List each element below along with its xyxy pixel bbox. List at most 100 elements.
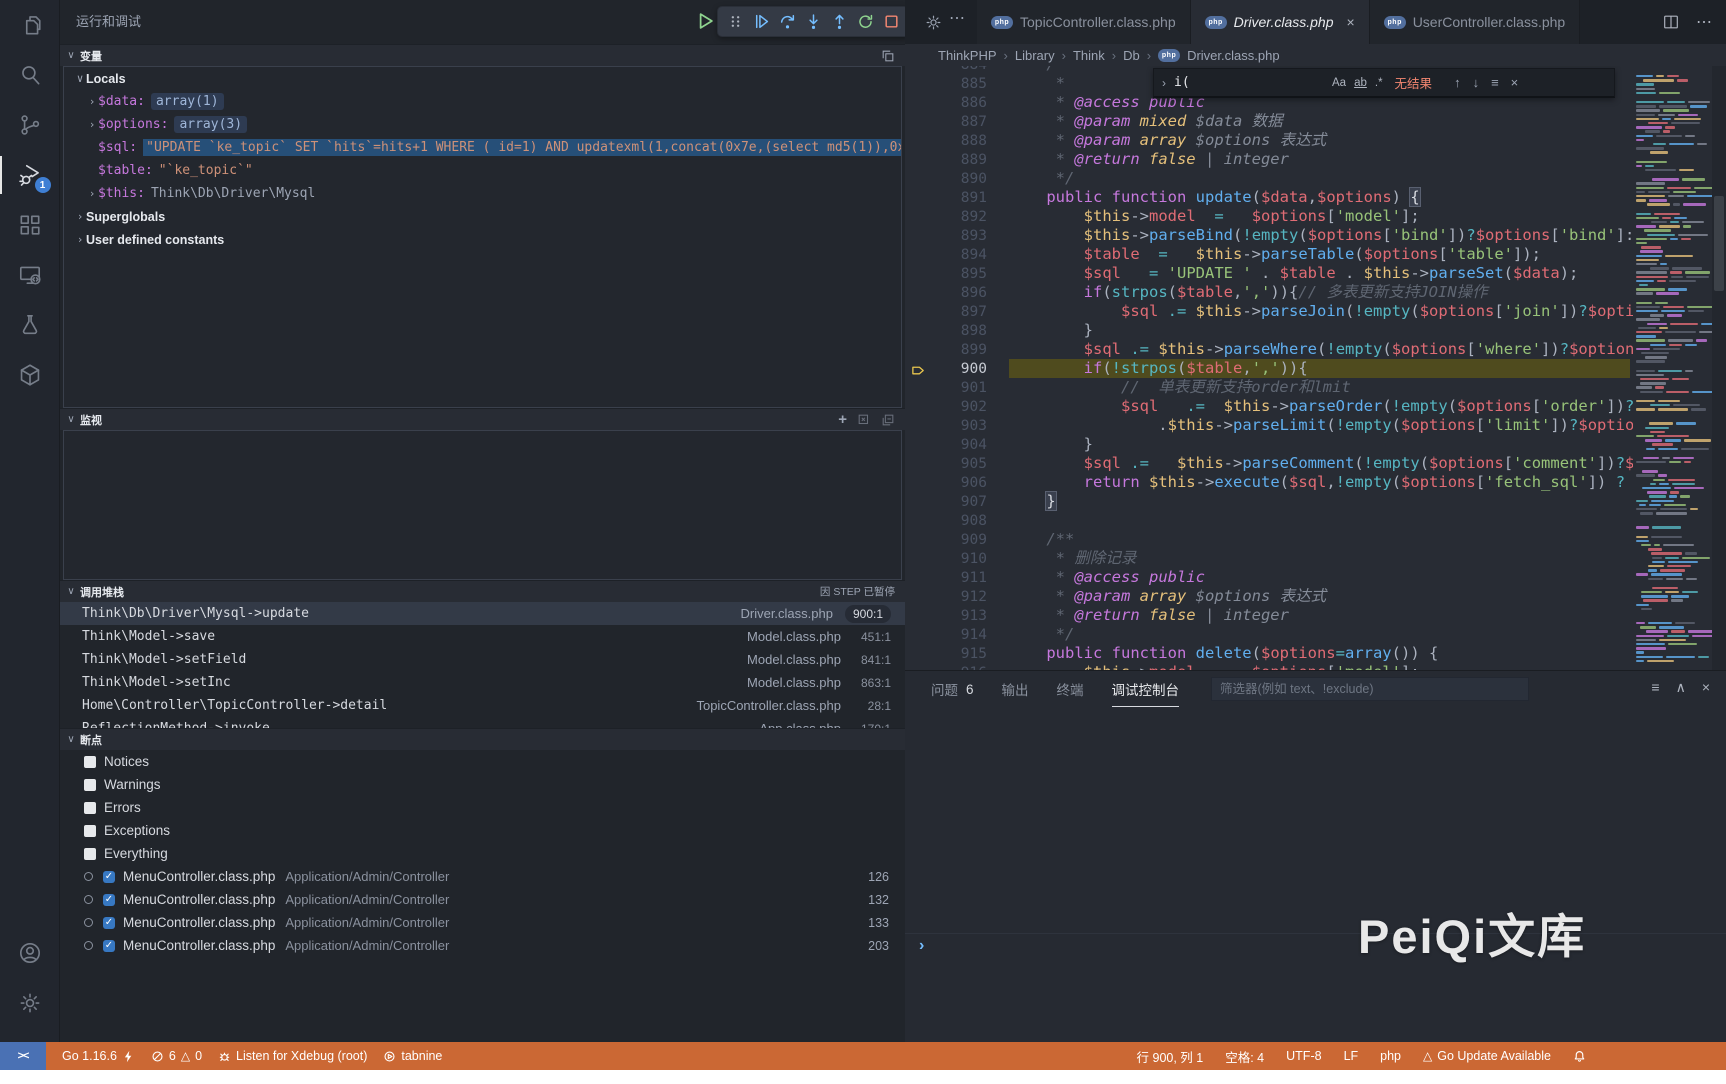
code-line[interactable]: 895 $sql = 'UPDATE ' . $table . $this->p… xyxy=(905,264,1630,283)
debug-step-into-button[interactable] xyxy=(801,10,825,34)
stack-frame[interactable]: ReflectionMethod->invokeApp.class.php170… xyxy=(60,717,905,728)
debug-grip-button[interactable] xyxy=(723,10,747,34)
activity-testing-button[interactable] xyxy=(0,300,60,350)
gutter-line-number[interactable]: 893 xyxy=(905,228,1009,244)
match-case-icon[interactable]: Aa xyxy=(1332,77,1346,89)
go-version[interactable]: Go 1.16.6 xyxy=(62,1049,135,1063)
checkbox-checked-icon[interactable]: ✓ xyxy=(103,940,115,952)
code-line[interactable]: 892 $this->model = $options['model']; xyxy=(905,207,1630,226)
code-line[interactable]: 900 if(!strpos($table,',')){ xyxy=(905,359,1630,378)
gutter-line-number[interactable]: 890 xyxy=(905,171,1009,187)
code-line[interactable]: 904 } xyxy=(905,435,1630,454)
encoding[interactable]: UTF-8 xyxy=(1286,1049,1321,1063)
gutter-line-number[interactable]: 903 xyxy=(905,418,1009,434)
code-line[interactable]: 888 * @param array $options 表达式 xyxy=(905,131,1630,150)
variables-group[interactable]: ›Superglobals xyxy=(64,205,901,228)
stack-frame[interactable]: Think\Model->setIncModel.class.php863:1 xyxy=(60,671,905,694)
gutter-line-number[interactable]: 884 xyxy=(905,66,1009,73)
gutter-line-number[interactable]: 892 xyxy=(905,209,1009,225)
checkbox-icon[interactable] xyxy=(84,848,96,860)
code-line[interactable]: 901 // 单表更新支持order和lmit xyxy=(905,378,1630,397)
find-expand-icon[interactable]: › xyxy=(1162,76,1166,90)
code-line[interactable]: 912 * @param array $options 表达式 xyxy=(905,587,1630,606)
editor-tab[interactable]: phpTopicController.class.php xyxy=(977,0,1191,44)
activity-account-button[interactable] xyxy=(0,928,60,978)
open-panel-icon[interactable] xyxy=(881,49,895,63)
console-filter-input[interactable] xyxy=(1211,677,1529,701)
code-line[interactable]: 911 * @access public xyxy=(905,568,1630,587)
gutter-line-number[interactable]: 899 xyxy=(905,342,1009,358)
gutter-line-number[interactable]: 911 xyxy=(905,570,1009,586)
gutter-line-number[interactable]: 896 xyxy=(905,285,1009,301)
tabnine[interactable]: tabnine xyxy=(383,1049,442,1063)
breakpoint-toggle[interactable]: Everything xyxy=(60,842,905,865)
breakpoint-toggle[interactable]: Errors xyxy=(60,796,905,819)
activity-search-button[interactable] xyxy=(0,50,60,100)
panel-filter-icon[interactable]: ≡ xyxy=(1651,679,1659,696)
variable-row[interactable]: ›$data:array(1) xyxy=(64,90,901,113)
gutter-line-number[interactable]: 908 xyxy=(905,513,1009,529)
checkbox-icon[interactable] xyxy=(84,802,96,814)
cursor-position[interactable]: 行 900, 列 1 xyxy=(1137,1047,1204,1066)
panel-tab-问题[interactable]: 问题6 xyxy=(931,671,974,707)
checkbox-checked-icon[interactable]: ✓ xyxy=(103,894,115,906)
debug-restart-button[interactable] xyxy=(853,10,877,34)
code-line[interactable]: 893 $this->parseBind(!empty($options['bi… xyxy=(905,226,1630,245)
code-line[interactable]: 896 if(strpos($table,',')){// 多表更新支持JOIN… xyxy=(905,283,1630,302)
variable-row[interactable]: $sql:"UPDATE `ke_topic` SET `hits`=hits+… xyxy=(64,136,901,159)
more-actions-icon[interactable]: ⋯ xyxy=(949,8,965,28)
activity-settings-gear-button[interactable] xyxy=(0,978,60,1028)
gutter-line-number[interactable]: 894 xyxy=(905,247,1009,263)
panel-tab-调试控制台[interactable]: 调试控制台 xyxy=(1112,671,1180,707)
checkbox-icon[interactable] xyxy=(84,779,96,791)
problems-status[interactable]: 6△0 xyxy=(151,1049,202,1063)
code-line[interactable]: 898 } xyxy=(905,321,1630,340)
code-line[interactable]: 902 $sql .= $this->parseOrder(!empty($op… xyxy=(905,397,1630,416)
section-header-breakpoints[interactable]: ∨ 断点 xyxy=(60,728,905,750)
code-line[interactable]: 914 */ xyxy=(905,625,1630,644)
collapse-all-icon[interactable] xyxy=(881,413,895,427)
find-close-icon[interactable]: × xyxy=(1511,75,1519,90)
code-line[interactable]: 907 } xyxy=(905,492,1630,511)
find-input[interactable]: i( xyxy=(1174,75,1324,90)
stack-frame[interactable]: Think\Model->setFieldModel.class.php841:… xyxy=(60,648,905,671)
gutter-line-number[interactable]: 898 xyxy=(905,323,1009,339)
activity-explorer-button[interactable] xyxy=(0,0,60,50)
breadcrumb-item[interactable]: ThinkPHP xyxy=(938,48,997,63)
code-line[interactable]: 910 * 删除记录 xyxy=(905,549,1630,568)
editor-tab[interactable]: phpUserController.class.php xyxy=(1370,0,1581,44)
activity-extensions-button[interactable] xyxy=(0,200,60,250)
debug-step-out-button[interactable] xyxy=(827,10,851,34)
gutter-line-number[interactable]: 914 xyxy=(905,627,1009,643)
code-editor[interactable]: 884 /**885 *886 * @access public887 * @p… xyxy=(905,66,1726,670)
checkbox-checked-icon[interactable]: ✓ xyxy=(103,871,115,883)
code-line[interactable]: 894 $table = $this->parseTable($options[… xyxy=(905,245,1630,264)
editor-tab[interactable]: phpDriver.class.php× xyxy=(1191,0,1370,44)
gutter-line-number[interactable]: 913 xyxy=(905,608,1009,624)
section-header-variables[interactable]: ∨ 变量 xyxy=(60,44,905,66)
checkbox-icon[interactable] xyxy=(84,756,96,768)
gutter-line-number[interactable]: 889 xyxy=(905,152,1009,168)
code-line[interactable]: 887 * @param mixed $data 数据 xyxy=(905,112,1630,131)
gutter-line-number[interactable]: 900 xyxy=(905,361,1009,377)
panel-close-icon[interactable]: × xyxy=(1702,679,1710,696)
code-line[interactable]: 908 xyxy=(905,511,1630,530)
panel-tab-终端[interactable]: 终端 xyxy=(1057,671,1084,707)
gutter-line-number[interactable]: 905 xyxy=(905,456,1009,472)
code-line[interactable]: 905 $sql .= $this->parseComment(!empty($… xyxy=(905,454,1630,473)
gutter-line-number[interactable]: 895 xyxy=(905,266,1009,282)
minimap[interactable] xyxy=(1633,66,1712,670)
breakpoint-row[interactable]: ✓MenuController.class.phpApplication/Adm… xyxy=(60,911,905,934)
gutter-line-number[interactable]: 886 xyxy=(905,95,1009,111)
stack-frame[interactable]: Think\Model->saveModel.class.php451:1 xyxy=(60,625,905,648)
panel-tab-输出[interactable]: 输出 xyxy=(1002,671,1029,707)
activity-run-debug-button[interactable]: 1 xyxy=(0,150,60,200)
debug-continue-button[interactable] xyxy=(749,10,773,34)
variable-row[interactable]: ›$options:array(3) xyxy=(64,113,901,136)
stack-frame[interactable]: Home\Controller\TopicController->detailT… xyxy=(60,694,905,717)
breakpoint-toggle[interactable]: Warnings xyxy=(60,773,905,796)
gutter-line-number[interactable]: 902 xyxy=(905,399,1009,415)
remove-all-icon[interactable] xyxy=(857,413,871,427)
activity-remote-explorer-button[interactable] xyxy=(0,250,60,300)
editor-scrollbar[interactable] xyxy=(1712,66,1726,670)
